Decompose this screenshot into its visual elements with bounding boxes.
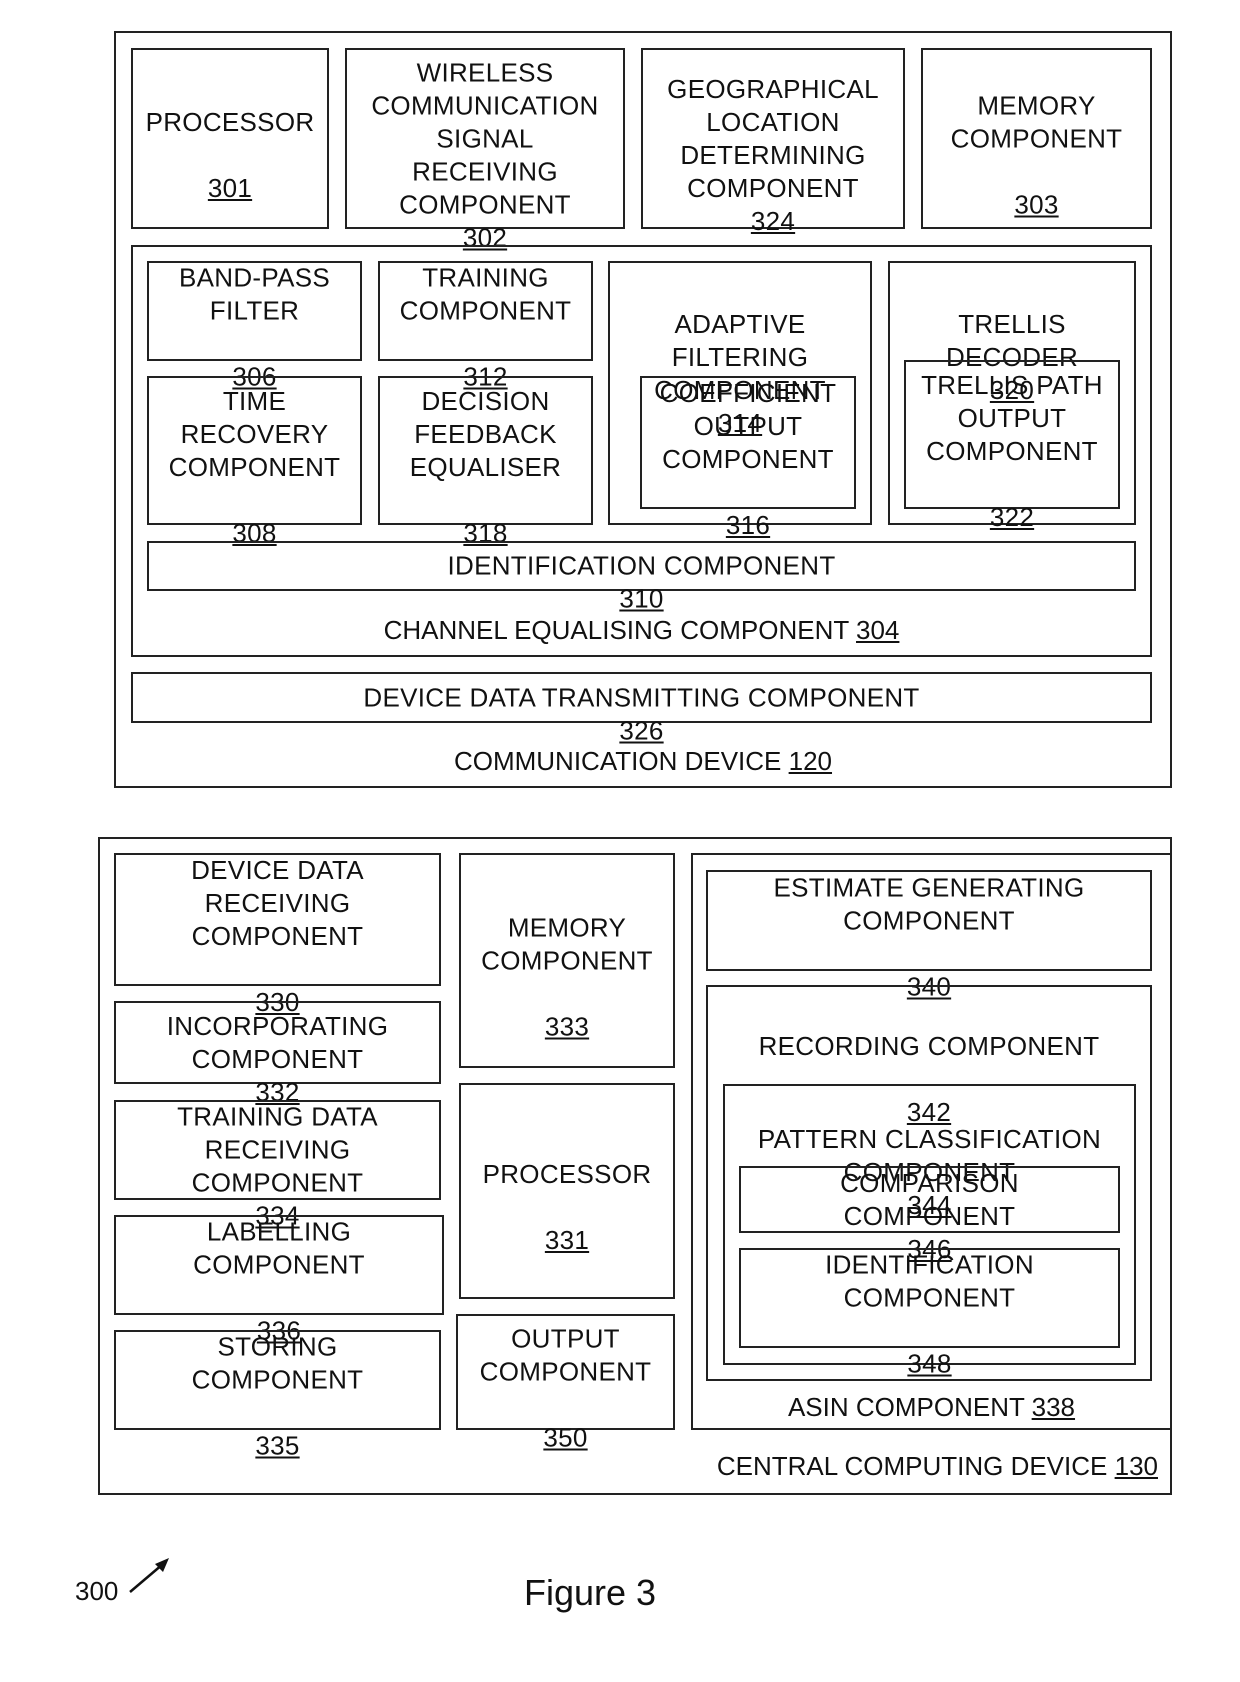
label-text: CHANNEL EQUALISING COMPONENT	[383, 615, 849, 645]
output-350-label: OUTPUT COMPONENT 350	[458, 1290, 673, 1455]
label-text: OUTPUT COMPONENT	[479, 1323, 652, 1387]
coefficient-output-316-label: COEFFICIENT OUTPUT COMPONENT 316	[642, 344, 854, 542]
estimate-generating-340-box: ESTIMATE GENERATING COMPONENT 340	[706, 870, 1152, 1001]
processor-331-box: PROCESSOR 331	[459, 1083, 675, 1299]
label-text: LABELLING COMPONENT	[193, 1216, 365, 1280]
training-312-box: TRAINING COMPONENT 312	[378, 261, 593, 392]
label-text: BAND-PASS FILTER	[178, 262, 331, 326]
label-text: MEMORY COMPONENT	[950, 90, 1123, 153]
label-text: DEVICE DATA RECEIVING COMPONENT	[191, 854, 364, 951]
memory-303-box: MEMORY COMPONENT 303	[921, 48, 1152, 229]
label-text: DEVICE DATA TRANSMITTING COMPONENT	[363, 682, 920, 712]
ref-number: 348	[907, 1348, 952, 1379]
label-text: PROCESSOR	[145, 106, 315, 137]
figure-reference-number: 300	[75, 1576, 119, 1606]
label-text: TIME RECOVERY COMPONENT	[168, 385, 341, 482]
label-text: WIRELESS COMMUNICATION SIGNAL RECEIVING …	[371, 57, 599, 219]
trellis-path-output-322-label: TRELLIS PATH OUTPUT COMPONENT 322	[906, 336, 1118, 534]
geo-location-324-box: GEOGRAPHICAL LOCATION DETERMINING COMPON…	[641, 48, 905, 236]
device-data-transmitting-326-box: DEVICE DATA TRANSMITTING COMPONENT 326	[131, 672, 1152, 745]
storing-335-label: STORING COMPONENT 335	[116, 1298, 439, 1463]
identification-348-box: IDENTIFICATION COMPONENT 348	[739, 1248, 1120, 1379]
ref-number: 130	[1114, 1451, 1158, 1481]
storing-335-box: STORING COMPONENT 335	[114, 1330, 441, 1461]
processor-301-box: PROCESSOR 301	[131, 48, 329, 229]
memory-333-label: MEMORY COMPONENT 333	[461, 878, 673, 1043]
output-350-box: OUTPUT COMPONENT 350	[456, 1314, 675, 1453]
label-text: INCORPORATING COMPONENT	[166, 1010, 389, 1074]
reference-arrow-icon	[129, 1558, 169, 1593]
ref-number: 326	[619, 715, 664, 745]
wireless-receiving-302-box: WIRELESS COMMUNICATION SIGNAL RECEIVING …	[345, 48, 625, 252]
processor-301-label: PROCESSOR 301	[133, 73, 327, 205]
ref-number: 303	[1014, 189, 1059, 219]
label-text: CENTRAL COMPUTING DEVICE	[716, 1451, 1108, 1481]
communication-device-label: COMMUNICATION DEVICE 120	[116, 745, 1170, 778]
central-computing-device-label: CENTRAL COMPUTING DEVICE 130	[717, 1450, 1158, 1483]
ref-number: 333	[544, 1011, 590, 1041]
label-text: GEOGRAPHICAL LOCATION DETERMINING COMPON…	[667, 73, 879, 203]
label-text: PROCESSOR	[482, 1159, 652, 1189]
label-text: COMMUNICATION DEVICE	[453, 746, 782, 776]
label-text: RECORDING COMPONENT	[758, 1031, 1100, 1061]
coefficient-output-316-box: COEFFICIENT OUTPUT COMPONENT 316	[640, 376, 856, 540]
decision-feedback-318-box: DECISION FEEDBACK EQUALISER 318	[378, 376, 593, 548]
channel-equalising-304-label: CHANNEL EQUALISING COMPONENT 304	[133, 614, 1150, 647]
device-data-receiving-330-box: DEVICE DATA RECEIVING COMPONENT 330	[114, 853, 441, 1017]
device-data-transmitting-326-label: DEVICE DATA TRANSMITTING COMPONENT 326	[133, 648, 1150, 747]
wireless-receiving-302-label: WIRELESS COMMUNICATION SIGNAL RECEIVING …	[347, 23, 623, 254]
label-text: COEFFICIENT OUTPUT COMPONENT	[659, 377, 837, 474]
ref-number: 324	[750, 205, 796, 236]
time-recovery-308-box: TIME RECOVERY COMPONENT 308	[147, 376, 362, 548]
ref-number: 338	[1031, 1392, 1076, 1422]
identification-348-label: IDENTIFICATION COMPONENT 348	[741, 1216, 1118, 1381]
ref-number: 331	[544, 1225, 590, 1255]
figure-caption: Figure 3	[524, 1572, 657, 1613]
label-text: ESTIMATE GENERATING COMPONENT	[773, 872, 1085, 935]
label-text: IDENTIFICATION COMPONENT	[825, 1249, 1034, 1313]
asin-338-label: ASIN COMPONENT 338	[693, 1391, 1170, 1424]
geo-location-324-label: GEOGRAPHICAL LOCATION DETERMINING COMPON…	[643, 40, 903, 238]
label-text: TRAINING COMPONENT	[399, 262, 572, 326]
label-text: DECISION FEEDBACK EQUALISER	[409, 385, 562, 482]
trellis-path-output-322-box: TRELLIS PATH OUTPUT COMPONENT 322	[904, 360, 1120, 532]
ref-number: 350	[543, 1422, 588, 1453]
ref-number: 335	[255, 1430, 300, 1461]
band-pass-filter-306-box: BAND-PASS FILTER 306	[147, 261, 362, 392]
ref-number: 304	[856, 615, 900, 645]
ref-number: 301	[207, 172, 253, 203]
estimate-generating-340-label: ESTIMATE GENERATING COMPONENT 340	[708, 838, 1150, 1003]
label-text: ASIN COMPONENT	[787, 1392, 1025, 1422]
label-text: MEMORY COMPONENT	[481, 912, 653, 975]
label-text: TRELLIS PATH OUTPUT COMPONENT	[921, 369, 1103, 466]
label-text: STORING COMPONENT	[191, 1331, 364, 1395]
identification-310-label: IDENTIFICATION COMPONENT 310	[149, 517, 1134, 616]
label-text: IDENTIFICATION COMPONENT	[447, 550, 836, 581]
ref-number: 310	[619, 583, 664, 614]
memory-333-box: MEMORY COMPONENT 333	[459, 853, 675, 1068]
processor-331-label: PROCESSOR 331	[461, 1125, 673, 1257]
ref-number: 120	[788, 746, 833, 776]
identification-310-box: IDENTIFICATION COMPONENT 310	[147, 541, 1136, 614]
memory-303-label: MEMORY COMPONENT 303	[923, 56, 1150, 221]
